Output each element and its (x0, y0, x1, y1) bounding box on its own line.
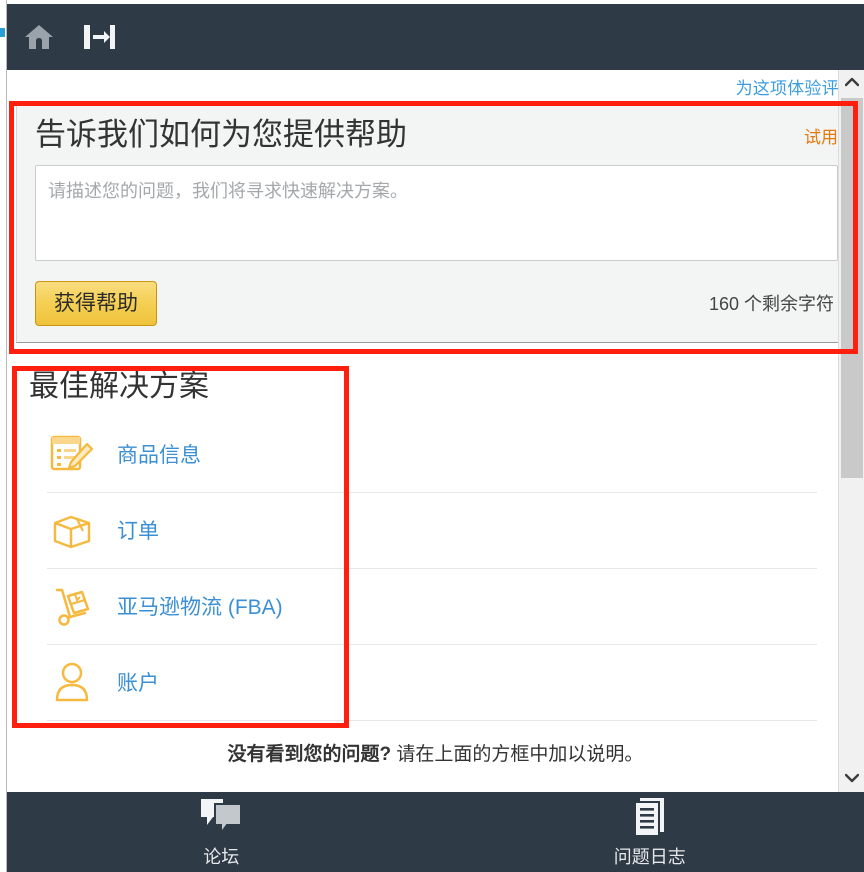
get-help-button[interactable]: 获得帮助 (35, 280, 157, 326)
best-solutions-list: 商品信息 订单 亚马逊物流 (FBA) 账户 (7, 417, 864, 721)
scroll-content: 为这项体验评分 告诉我们如何为您提供帮助 试用 获得帮助 160 个剩余字符 最… (7, 70, 864, 792)
vertical-scrollbar[interactable] (838, 70, 864, 792)
hand-truck-icon (47, 584, 97, 628)
person-icon (47, 660, 97, 704)
bottom-navigation: 论坛 问题日志 (7, 792, 864, 872)
sign-out-button[interactable] (79, 17, 119, 57)
box-icon (47, 509, 97, 551)
scroll-up-button[interactable] (839, 70, 864, 96)
solution-item-label: 商品信息 (117, 444, 201, 468)
no-issue-hint: 没有看到您的问题? 请在上面的方框中加以说明。 (7, 721, 864, 776)
home-icon (24, 23, 54, 51)
scroll-down-button[interactable] (839, 766, 864, 792)
solution-item-label: 亚马逊物流 (FBA) (117, 596, 283, 620)
rate-experience-row: 为这项体验评分 (7, 70, 864, 102)
help-card-footer: 获得帮助 160 个剩余字符 (35, 280, 838, 326)
no-issue-hint-bold: 没有看到您的问题? (227, 743, 392, 765)
no-issue-hint-rest: 请在上面的方框中加以说明。 (391, 743, 644, 765)
nav-item-forums[interactable]: 论坛 (7, 792, 436, 872)
listing-edit-icon (47, 433, 97, 475)
nav-item-label: 论坛 (203, 847, 240, 867)
background-window-edge (0, 0, 7, 872)
solution-item-label: 账户 (117, 672, 159, 696)
top-toolbar (7, 4, 864, 70)
forums-icon (197, 795, 245, 839)
sign-out-icon (82, 22, 116, 52)
issue-description-input[interactable] (35, 164, 838, 261)
solution-item-label: 订单 (117, 520, 159, 544)
help-card: 告诉我们如何为您提供帮助 试用 获得帮助 160 个剩余字符 (16, 102, 857, 343)
scrollbar-thumb[interactable] (841, 98, 863, 478)
nav-item-label: 问题日志 (613, 847, 686, 867)
background-window-marker (0, 28, 5, 37)
help-screen: 为这项体验评分 告诉我们如何为您提供帮助 试用 获得帮助 160 个剩余字符 最… (0, 0, 864, 872)
best-solutions-title: 最佳解决方案 (29, 369, 209, 403)
chevron-down-icon (844, 770, 860, 788)
solution-item-account[interactable]: 账户 (47, 645, 817, 721)
solution-item-fba[interactable]: 亚马逊物流 (FBA) (47, 569, 817, 645)
nav-item-case-log[interactable]: 问题日志 (436, 792, 864, 872)
help-card-title: 告诉我们如何为您提供帮助 (35, 117, 407, 152)
character-counter: 160 个剩余字符 (708, 294, 834, 315)
home-button[interactable] (19, 17, 59, 57)
solution-item-orders[interactable]: 订单 (47, 493, 817, 569)
trial-badge[interactable]: 试用 (804, 123, 838, 153)
chevron-up-icon (844, 74, 860, 92)
best-solutions-section: 最佳解决方案 商品信息 订单 亚马逊物流 (FBA) 账户 没有看到您的问题? … (7, 342, 864, 776)
case-log-icon (628, 795, 672, 839)
solution-item-listing[interactable]: 商品信息 (47, 417, 817, 493)
help-card-header: 告诉我们如何为您提供帮助 试用 (35, 117, 838, 153)
